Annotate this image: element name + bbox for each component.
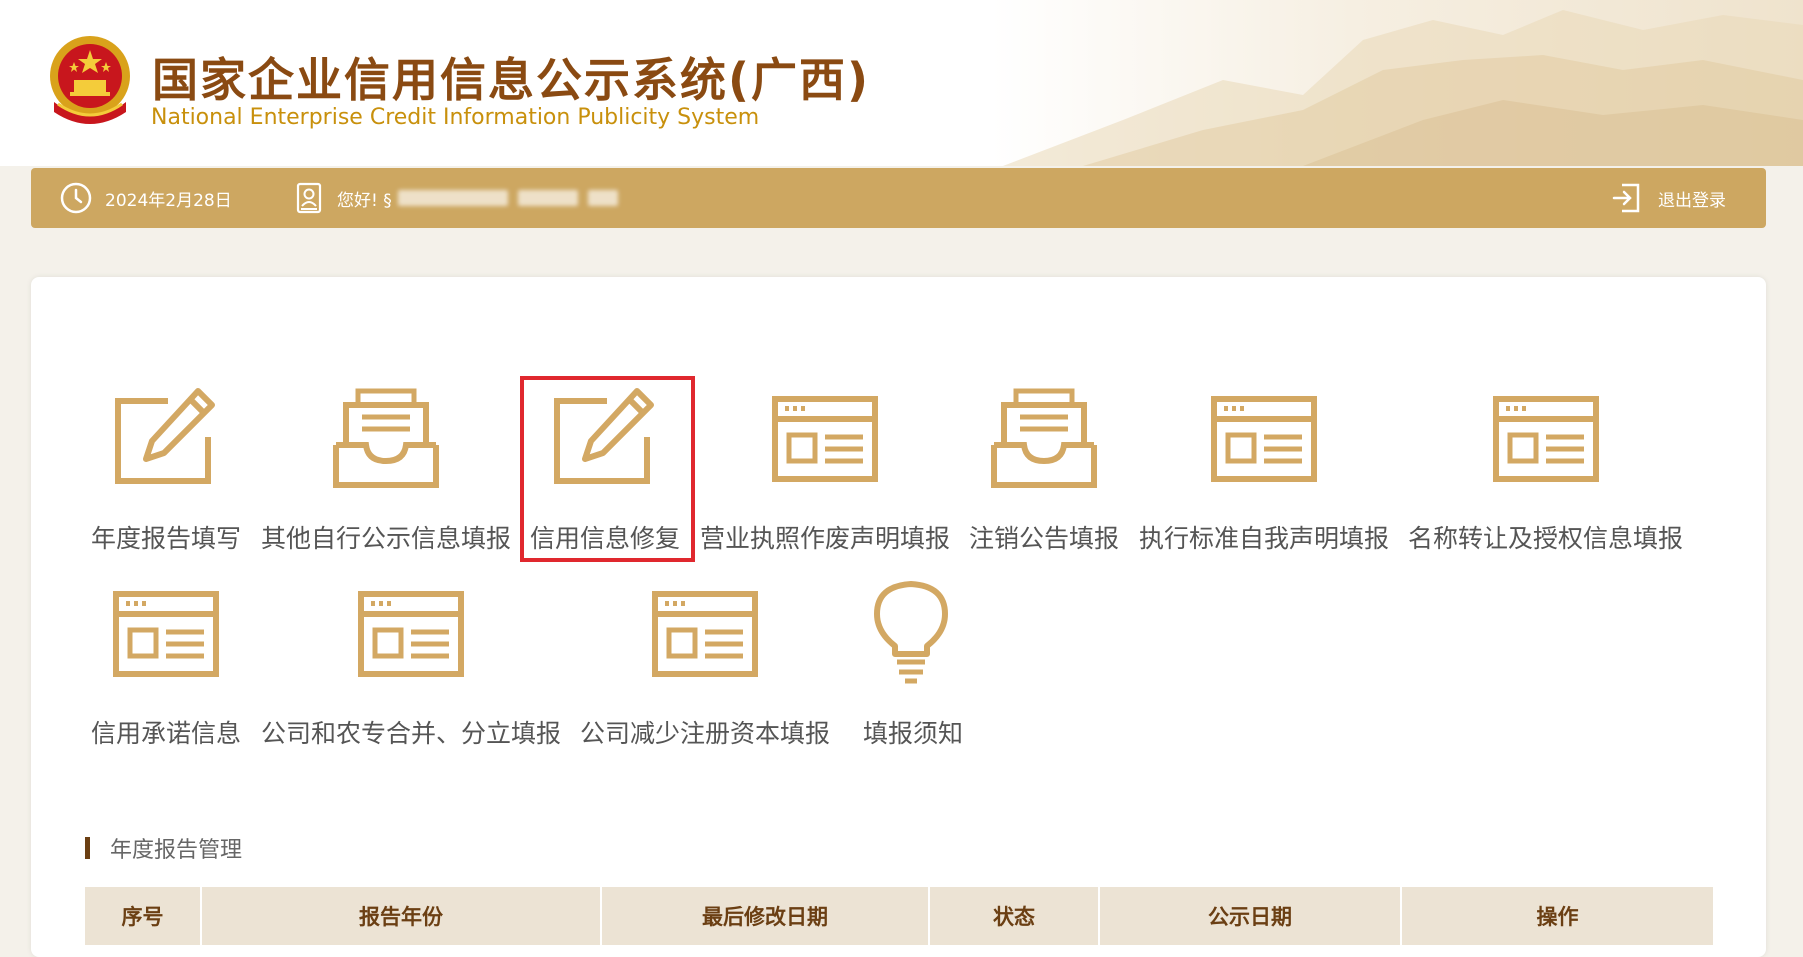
tile-capital-reduction[interactable]: 公司减少注册资本填报 [580, 580, 830, 750]
tile-label: 执行标准自我声明填报 [1139, 524, 1390, 553]
redacted-username [397, 190, 508, 206]
national-emblem-logo [50, 36, 130, 124]
user-info-bar: 2024年2月28日 您好! § 退出登录 [31, 168, 1766, 228]
browser-window-icon [1492, 396, 1599, 482]
tile-credit-commitment[interactable]: 信用承诺信息 [91, 580, 241, 750]
logout-button[interactable]: 退出登录 [1610, 168, 1726, 228]
mountain-landscape-decoration [1003, 10, 1803, 166]
date-display: 2024年2月28日 [59, 168, 232, 228]
tile-deregistration-notice[interactable]: 注销公告填报 [969, 385, 1119, 555]
browser-window-icon [652, 591, 758, 677]
edit-icon [115, 388, 215, 484]
tile-license-void-declaration[interactable]: 营业执照作废声明填报 [700, 385, 950, 555]
column-header-status: 状态 [930, 887, 1100, 945]
date-text: 2024年2月28日 [105, 190, 232, 211]
browser-window-icon [113, 591, 219, 677]
logout-icon [1612, 183, 1640, 213]
column-header-report-year: 报告年份 [202, 887, 602, 945]
clock-icon [60, 182, 92, 214]
site-title-chinese: 国家企业信用信息公示系统(广西) [152, 53, 871, 107]
user-greeting: 您好! § [295, 168, 618, 228]
tile-name-transfer[interactable]: 名称转让及授权信息填报 [1408, 385, 1683, 555]
annual-report-table-header: 序号 报告年份 最后修改日期 状态 公示日期 操作 [85, 887, 1713, 945]
tile-label: 信用承诺信息 [91, 719, 242, 748]
tile-label: 年度报告填写 [91, 524, 242, 553]
inbox-icon [333, 388, 439, 488]
tile-filing-instructions[interactable]: 填报须知 [855, 580, 971, 750]
highlight-box [520, 376, 695, 562]
redacted-username-part [517, 190, 578, 206]
section-title-annual-report-management: 年度报告管理 [85, 832, 242, 864]
tile-label: 公司减少注册资本填报 [580, 719, 831, 748]
column-header-actions: 操作 [1536, 905, 1579, 929]
site-header: 国家企业信用信息公示系统(广西) National Enterprise Cre… [0, 0, 1803, 166]
user-badge-icon [296, 182, 322, 214]
tile-label: 公司和农专合并、分立填报 [261, 719, 562, 748]
tile-label: 其他自行公示信息填报 [261, 524, 512, 553]
tile-other-publicity[interactable]: 其他自行公示信息填报 [261, 385, 511, 555]
tile-label: 营业执照作废声明填报 [700, 524, 951, 553]
tile-standard-self-declaration[interactable]: 执行标准自我声明填报 [1139, 385, 1389, 555]
column-header-last-modified: 最后修改日期 [602, 887, 930, 945]
column-header-publicity-date: 公示日期 [1100, 887, 1402, 945]
greeting-text: 您好! § [337, 190, 392, 211]
redacted-username-part [587, 190, 618, 206]
browser-window-icon [772, 396, 878, 482]
logout-label: 退出登录 [1658, 190, 1726, 211]
lightbulb-icon [874, 581, 948, 684]
tile-merger-split[interactable]: 公司和农专合并、分立填报 [261, 580, 561, 750]
column-header-index: 序号 [85, 887, 202, 945]
section-title-marker [85, 837, 90, 859]
browser-window-icon [1211, 396, 1317, 482]
tile-label: 注销公告填报 [969, 524, 1120, 553]
tile-label: 填报须知 [862, 719, 963, 748]
inbox-icon [991, 388, 1097, 488]
browser-window-icon [358, 591, 464, 677]
tile-label: 名称转让及授权信息填报 [1408, 524, 1684, 553]
site-title-english: National Enterprise Credit Information P… [151, 105, 760, 130]
section-title-text: 年度报告管理 [110, 838, 243, 863]
tile-annual-report[interactable]: 年度报告填写 [91, 385, 241, 555]
